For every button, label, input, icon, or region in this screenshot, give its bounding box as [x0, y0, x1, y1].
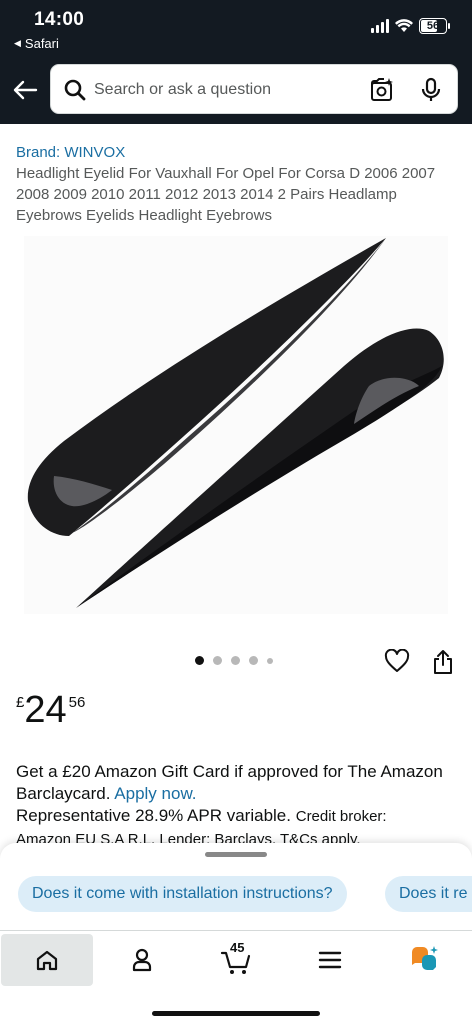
header-bar: 14:00 ◀ Safari 56 Search or ask a questi	[0, 0, 472, 124]
home-icon	[36, 950, 58, 971]
battery-icon: 56	[419, 18, 447, 34]
wifi-icon	[395, 19, 413, 32]
back-triangle-icon: ◀	[14, 38, 21, 48]
bottom-tab-bar: 45	[0, 930, 472, 1024]
promo-block: Get a £20 Amazon Gift Card if approved f…	[0, 761, 472, 845]
status-indicators: 56	[371, 18, 450, 34]
tab-account[interactable]	[96, 934, 188, 986]
tab-cart[interactable]: 45	[190, 934, 282, 986]
search-icon	[64, 79, 86, 101]
rufus-icon	[412, 946, 438, 970]
tab-rufus[interactable]	[378, 934, 470, 986]
tab-menu[interactable]	[284, 934, 376, 986]
search-input[interactable]: Search or ask a question	[94, 81, 271, 99]
back-app-label: Safari	[24, 36, 59, 51]
carousel-dot[interactable]	[195, 656, 204, 665]
price-whole: 24	[24, 689, 67, 731]
apply-now-link[interactable]: Apply now.	[114, 784, 196, 803]
account-icon	[132, 948, 152, 972]
product-title: Headlight Eyelid For Vauxhall For Opel F…	[16, 165, 436, 224]
question-chip[interactable]: Does it re	[385, 876, 472, 912]
promo-line2-small: Credit broker:	[295, 808, 387, 825]
question-chip[interactable]: Does it come with installation instructi…	[18, 876, 347, 912]
promo-text: Get a £20 Amazon Gift Card if approved f…	[16, 761, 456, 845]
back-arrow-icon[interactable]	[12, 78, 38, 102]
suggested-questions-sheet: Does it come with installation instructi…	[0, 843, 472, 933]
battery-level: 56	[426, 20, 440, 32]
price-currency: £	[16, 694, 25, 711]
menu-icon	[318, 951, 342, 969]
carousel-dot[interactable]	[249, 656, 258, 665]
tab-home[interactable]	[1, 934, 93, 986]
brand-link[interactable]: Brand: WINVOX	[16, 144, 125, 161]
carousel-dot[interactable]	[267, 657, 273, 664]
price-fraction: 56	[68, 694, 86, 711]
cellular-signal-icon	[371, 19, 389, 33]
carousel-dot[interactable]	[231, 656, 240, 665]
carousel-dot[interactable]	[213, 656, 222, 665]
image-carousel-dots[interactable]	[195, 656, 273, 665]
camera-lens-icon[interactable]	[369, 77, 395, 103]
heart-icon[interactable]	[384, 649, 410, 673]
back-to-app-link[interactable]: ◀ Safari	[14, 36, 59, 51]
microphone-icon[interactable]	[421, 77, 441, 103]
home-indicator	[152, 1011, 320, 1016]
status-time: 14:00	[34, 9, 85, 30]
promo-line1: Get a £20 Amazon Gift Card if approved f…	[16, 762, 443, 803]
sheet-drag-handle[interactable]	[205, 852, 267, 857]
share-icon[interactable]	[432, 649, 454, 675]
promo-line2: Representative 28.9% APR variable.	[16, 806, 291, 825]
cart-count: 45	[230, 940, 245, 955]
search-bar[interactable]: Search or ask a question	[50, 64, 458, 114]
price: £ 24 56	[16, 688, 85, 732]
product-image[interactable]	[24, 236, 448, 614]
